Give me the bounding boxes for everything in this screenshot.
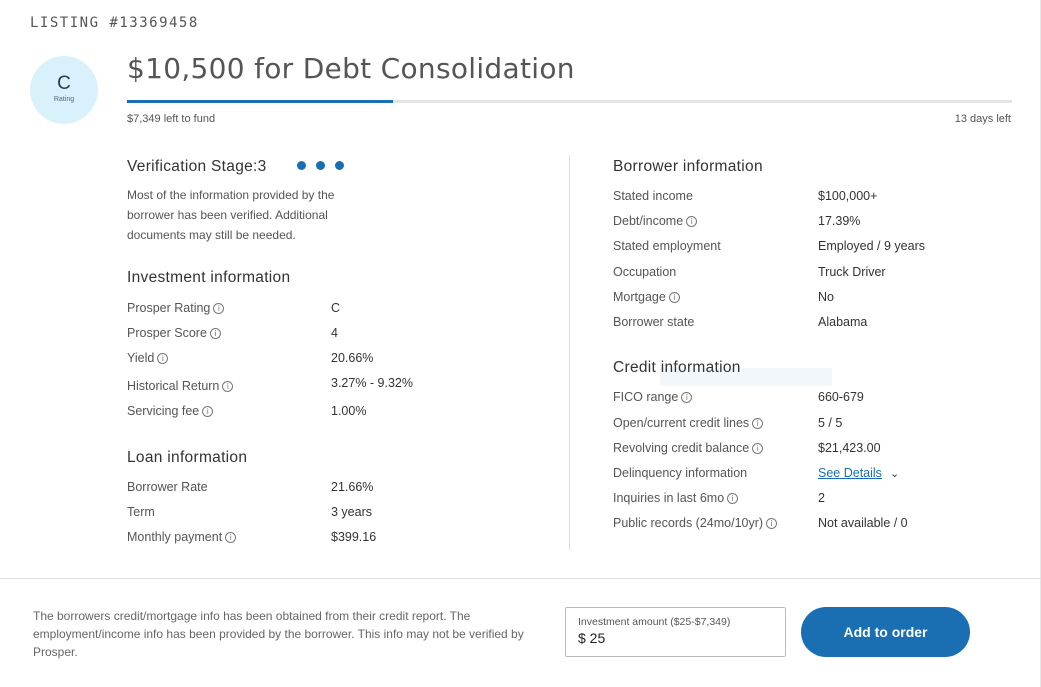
delinquency-details: See Details ⌄ (818, 464, 899, 482)
info-icon[interactable]: i (752, 418, 764, 430)
listing-panel: LISTING #13369458 C Rating $10,500 for D… (0, 0, 1041, 687)
credit-row-label: Inquiries in last 6mo i (613, 489, 739, 507)
stage-dot (297, 161, 306, 170)
credit-row-value: 660-679 (818, 390, 864, 404)
borrower-row-label: Occupation (613, 265, 677, 279)
borrower-row-value: $100,000+ (818, 189, 878, 203)
investment-row-label: Servicing fee i (127, 402, 214, 420)
stage-dot (316, 161, 325, 170)
investment-amount-field[interactable]: Investment amount ($25-$7,349) (565, 607, 786, 657)
credit-row-label: Revolving credit balance i (613, 439, 764, 457)
credit-row-value: $21,423.00 (818, 441, 881, 455)
investment-row-label: Yield i (127, 349, 169, 367)
credit-row-label: Delinquency information (613, 466, 748, 480)
info-icon[interactable]: i (225, 532, 237, 544)
disclaimer-text: The borrowers credit/mortgage info has b… (33, 609, 524, 659)
credit-row-value: 5 / 5 (818, 416, 843, 430)
info-icon[interactable]: i (202, 406, 214, 418)
funding-progress-fill (127, 100, 393, 103)
info-icon[interactable]: i (668, 292, 680, 304)
info-icon[interactable]: i (681, 392, 693, 404)
funding-progress-bar (127, 100, 1012, 103)
verification-title: Verification Stage:3 (127, 158, 267, 175)
investment-info-title: Investment information (127, 269, 291, 286)
loan-row-label: Borrower Rate (127, 480, 208, 494)
loan-row-label: Term (127, 505, 155, 519)
credit-row-label: Open/current credit lines i (613, 414, 764, 432)
borrower-row-label: Mortgage i (613, 288, 680, 306)
loan-row-value: $399.16 (331, 530, 377, 544)
borrower-row-value: Truck Driver (818, 265, 886, 279)
column-divider (569, 155, 570, 550)
rating-label: Rating (53, 96, 75, 103)
loan-info-title: Loan information (127, 449, 248, 466)
info-icon[interactable]: i (213, 303, 225, 315)
credit-row-value: Not available / 0 (818, 516, 908, 530)
borrower-row-label: Stated employment (613, 239, 721, 253)
investment-row-label: Historical Return i (127, 377, 234, 395)
see-details-link[interactable]: See Details (818, 466, 882, 480)
credit-row-label: Public records (24mo/10yr) i (613, 514, 778, 532)
verification-stage-dots (297, 161, 344, 170)
borrower-row-value: Alabama (818, 315, 868, 329)
investment-amount-label: Investment amount ($25-$7,349) (578, 616, 731, 628)
info-icon[interactable]: i (752, 443, 764, 455)
borrower-row-label: Borrower state (613, 315, 695, 329)
loan-row-value: 3 years (331, 505, 372, 519)
investment-row-value: 20.66% (331, 351, 374, 365)
days-left: 13 days left (954, 113, 1011, 125)
left-to-fund: $7,349 left to fund (127, 113, 216, 125)
investment-row-value: 3.27% - 9.32% (331, 376, 413, 390)
investment-row-value: 4 (331, 326, 338, 340)
loan-row-value: 21.66% (331, 480, 374, 494)
rating-grade: C (57, 73, 71, 94)
info-icon[interactable]: i (766, 518, 778, 530)
info-icon[interactable]: i (686, 216, 698, 228)
info-icon[interactable]: i (222, 381, 234, 393)
credit-row-label: FICO range i (613, 388, 693, 406)
listing-id: LISTING #13369458 (30, 15, 199, 31)
add-to-order-button[interactable]: Add to order (801, 607, 970, 657)
rating-badge: C Rating (30, 56, 98, 124)
chevron-down-icon[interactable]: ⌄ (890, 465, 899, 483)
info-icon[interactable]: i (157, 353, 169, 365)
info-icon[interactable]: i (209, 328, 221, 340)
borrower-info-title: Borrower information (613, 158, 763, 175)
investment-row-label: Prosper Score i (127, 324, 221, 342)
credit-row-value: 2 (818, 491, 825, 505)
investment-amount-input[interactable] (578, 630, 773, 646)
borrower-row-value: No (818, 290, 834, 304)
footer-divider (0, 578, 1041, 579)
investment-row-value: C (331, 301, 341, 315)
stage-dot (335, 161, 344, 170)
borrower-row-label: Debt/income i (613, 212, 698, 230)
borrower-row-value: Employed / 9 years (818, 239, 925, 253)
investment-row-label: Prosper Rating i (127, 299, 225, 317)
borrower-row-label: Stated income (613, 189, 693, 203)
borrower-row-value: 17.39% (818, 214, 861, 228)
page-title: $10,500 for Debt Consolidation (127, 52, 575, 85)
info-icon[interactable]: i (727, 493, 739, 505)
credit-info-title: Credit information (613, 359, 741, 376)
investment-row-value: 1.00% (331, 404, 367, 418)
verification-text: Most of the information provided by the … (127, 188, 335, 242)
loan-row-label: Monthly payment i (127, 528, 237, 546)
